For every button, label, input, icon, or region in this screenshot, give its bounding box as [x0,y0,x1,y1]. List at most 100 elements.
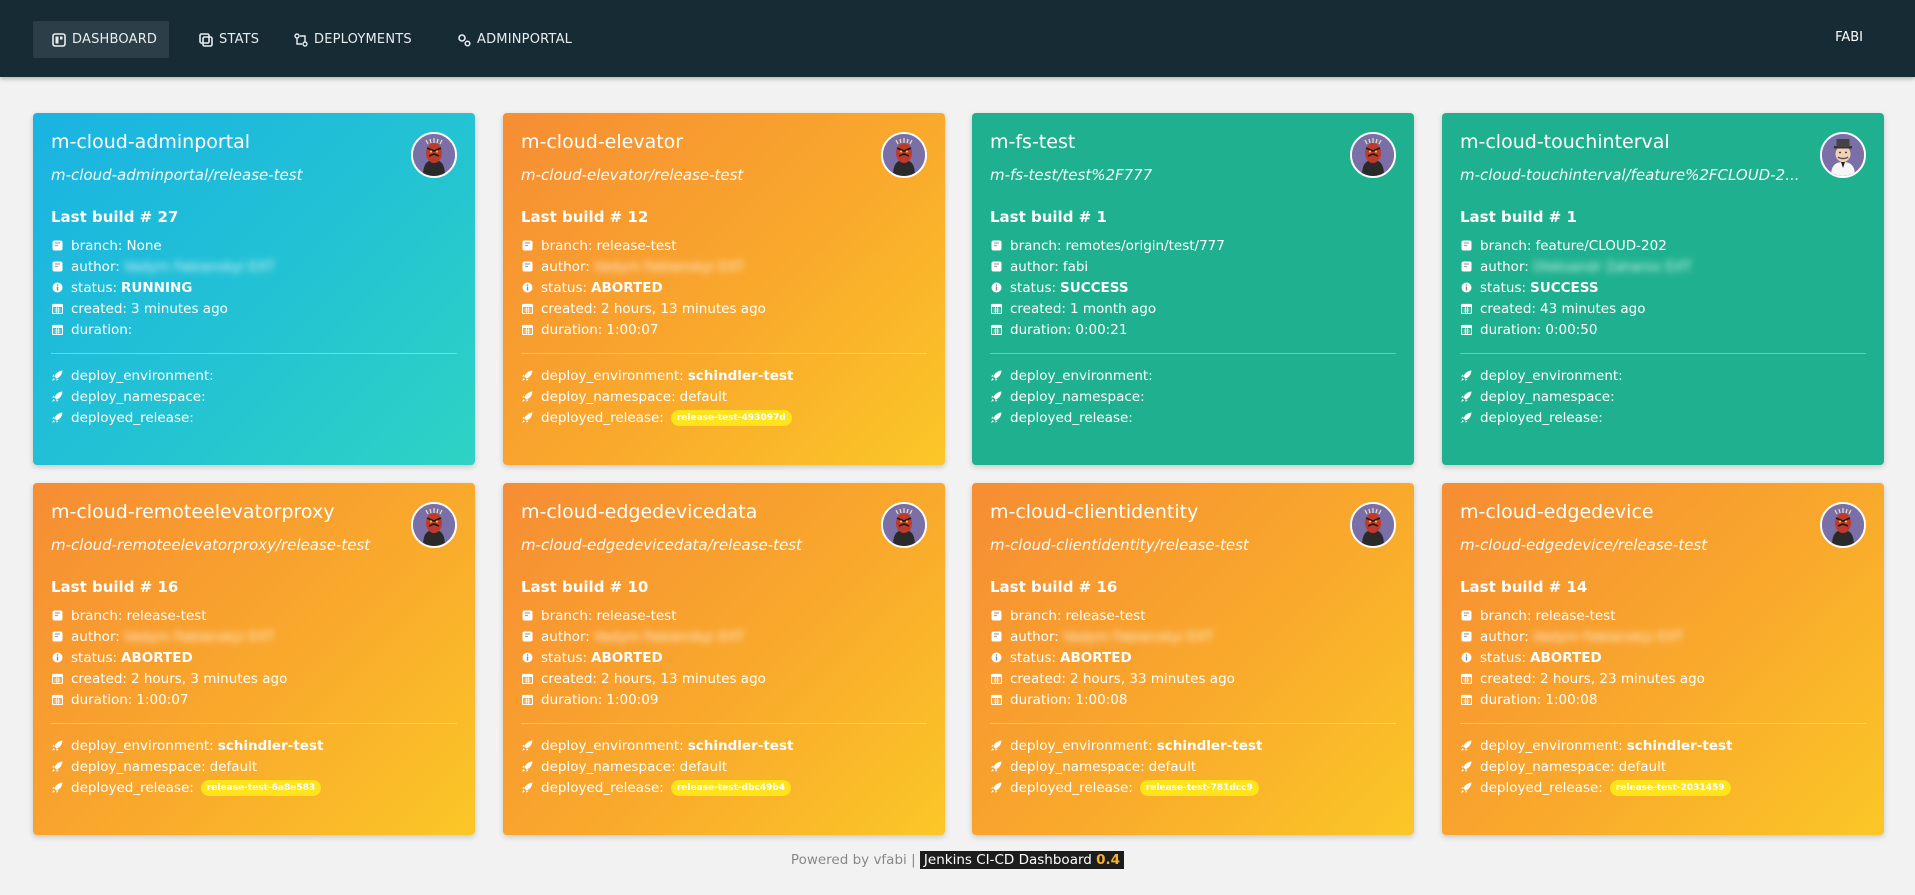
job-card[interactable]: m-cloud-remoteelevatorproxy m-cloud-remo… [33,483,475,835]
branch-label: branch: [71,607,123,624]
job-card[interactable]: m-cloud-adminportal m-cloud-adminportal/… [33,113,475,465]
branch-row: branch: release-test [990,605,1396,626]
deploy-namespace-row: deploy_namespace: [990,386,1396,407]
build-number: 1 [1096,208,1107,226]
job-name[interactable]: m-cloud-remoteelevatorproxy [51,501,391,523]
branch-icon [990,610,1002,622]
calendar-icon [1460,673,1472,685]
release-badge: release-test-2031459 [1609,779,1731,796]
author-label: author: [71,628,120,645]
card-divider [1460,353,1866,354]
created-value: 43 minutes ago [1539,300,1646,317]
status-value: ABORTED [1060,649,1132,666]
stats-icon [198,32,214,48]
deploy-environment-label: deploy_environment: [1010,737,1153,754]
duration-label: duration: [1010,321,1072,338]
rocket-icon [51,761,63,773]
job-name[interactable]: m-cloud-edgedevice [1460,501,1800,523]
deployed-release-label: deployed_release: [1480,779,1603,796]
nav-stats[interactable]: STATS [180,21,271,58]
branch-row: branch: release-test [521,235,927,256]
status-value: ABORTED [591,279,663,296]
duration-row: duration: 1:00:08 [1460,689,1866,710]
job-card[interactable]: m-cloud-elevator m-cloud-elevator/releas… [503,113,945,465]
job-branch-path: m-cloud-edgedevice/release-test [1460,536,1708,554]
rocket-icon [51,370,63,382]
last-build-label: Last build # [990,208,1097,226]
author-avatar [1350,132,1396,178]
deploy-environment-label: deploy_environment: [1480,367,1623,384]
calendar-icon [1460,694,1472,706]
deploy-environment-label: deploy_environment: [71,367,214,384]
status-row: status: RUNNING [51,277,457,298]
user-menu[interactable]: FABI [1835,30,1863,45]
status-value: SUCCESS [1060,279,1129,296]
job-name[interactable]: m-cloud-adminportal [51,131,391,153]
deployed-release-row: deployed_release: [990,407,1396,428]
job-card[interactable]: m-cloud-edgedevice m-cloud-edgedevice/re… [1442,483,1884,835]
footer: Powered by vfabi | Jenkins CI-CD Dashboa… [0,851,1915,869]
author-label: author: [71,258,120,275]
deploy-environment-label: deploy_environment: [1480,737,1623,754]
duration-label: duration: [541,691,603,708]
deploy-namespace-row: deploy_namespace: default [1460,756,1866,777]
build-number: 10 [627,578,649,596]
job-name[interactable]: m-cloud-edgedevicedata [521,501,861,523]
rocket-icon [51,412,63,424]
calendar-icon [1460,303,1472,315]
created-row: created: 1 month ago [990,298,1396,319]
job-name[interactable]: m-cloud-clientidentity [990,501,1330,523]
last-build-label: Last build # [521,578,628,596]
deployed-release-row: deployed_release: release-test-493097d [521,407,927,428]
info-icon [51,282,63,294]
last-build-title: Last build # 1 [1460,208,1866,226]
duration-label: duration: [1010,691,1072,708]
card-divider [521,353,927,354]
deployed-release-row: deployed_release: release-test-6a8e583 [51,777,457,798]
job-name[interactable]: m-cloud-elevator [521,131,861,153]
status-label: status: [71,279,118,296]
job-card[interactable]: m-cloud-clientidentity m-cloud-clientide… [972,483,1414,835]
duration-row: duration: 0:00:21 [990,319,1396,340]
deploy-environment-value: schindler-test [687,737,794,754]
created-label: created: [1480,300,1536,317]
job-name[interactable]: m-fs-test [990,131,1330,153]
duration-label: duration: [71,691,133,708]
job-card[interactable]: m-cloud-touchinterval m-cloud-touchinter… [1442,113,1884,465]
nav-adminportal[interactable]: ADMINPORTAL [438,21,584,58]
release-badge: release-test-6a8e583 [200,779,322,796]
branch-value: release-test [1065,607,1146,624]
build-number: 27 [157,208,179,226]
nav-dashboard[interactable]: DASHBOARD [33,21,170,58]
rocket-icon [990,412,1002,424]
status-value: ABORTED [1530,649,1602,666]
deployed-release-label: deployed_release: [1010,409,1133,426]
status-row: status: ABORTED [521,647,927,668]
branch-icon [1460,240,1472,252]
branch-label: branch: [1010,607,1062,624]
author-value: Oleksandr Zaharov EXT [1532,258,1692,275]
status-row: status: SUCCESS [1460,277,1866,298]
job-card[interactable]: m-fs-test m-fs-test/test%2F777 Last buil… [972,113,1414,465]
status-label: status: [1480,279,1527,296]
author-icon [1460,261,1472,273]
deploy-namespace-row: deploy_namespace: default [990,756,1396,777]
nav-stats-label: STATS [219,32,260,47]
nav-deployments[interactable]: DEPLOYMENTS [275,21,424,58]
author-icon [1460,631,1472,643]
deployed-release-label: deployed_release: [1010,779,1133,796]
rocket-icon [521,391,533,403]
status-label: status: [1010,649,1057,666]
card-divider [990,723,1396,724]
job-card[interactable]: m-cloud-edgedevicedata m-cloud-edgedevic… [503,483,945,835]
rocket-icon [990,391,1002,403]
created-label: created: [71,300,127,317]
calendar-icon [521,303,533,315]
last-build-label: Last build # [51,208,158,226]
author-avatar [411,502,457,548]
last-build-title: Last build # 16 [51,578,457,596]
branch-label: branch: [541,607,593,624]
created-value: 1 month ago [1069,300,1157,317]
author-icon [990,261,1002,273]
job-name[interactable]: m-cloud-touchinterval [1460,131,1800,153]
